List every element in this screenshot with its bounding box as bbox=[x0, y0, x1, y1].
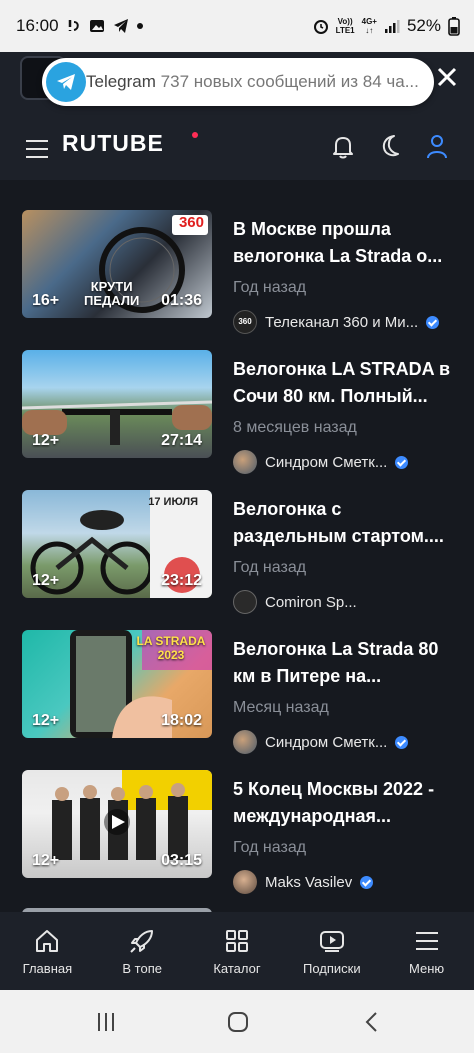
nav-subscriptions-label: Подписки bbox=[302, 960, 361, 976]
verified-icon bbox=[395, 455, 409, 469]
channel-info[interactable]: Синдром Сметк... bbox=[233, 730, 448, 754]
volte-indicator: Vo)) LTE1 bbox=[335, 17, 355, 35]
status-time: 16:00 bbox=[16, 16, 59, 35]
video-duration: 01:36 bbox=[161, 292, 202, 309]
video-date: Год назад bbox=[233, 559, 307, 576]
battery-icon bbox=[448, 17, 460, 36]
channel-info[interactable]: Синдром Сметк... bbox=[233, 450, 448, 474]
video-title[interactable]: 5 Колец Москвы 2022 - международная... bbox=[233, 776, 457, 830]
corner-logo: 360 bbox=[178, 214, 204, 231]
channel-name: Comiron Sp... bbox=[265, 593, 357, 611]
nav-menu-label: Меню bbox=[409, 960, 445, 976]
channel-info[interactable]: Comiron Sp... bbox=[233, 590, 448, 614]
nav-home-label: Главная bbox=[22, 960, 73, 976]
subscriptions-icon bbox=[319, 930, 344, 952]
video-date: Месяц назад bbox=[233, 699, 329, 716]
network-indicator: 4G+ ↓↑ bbox=[361, 17, 377, 35]
system-navigation-bar bbox=[0, 990, 474, 1053]
video-title[interactable]: Велогонка с раздельным стартом.... bbox=[233, 496, 457, 550]
channel-name: Телеканал 360 и Ми... bbox=[265, 313, 419, 331]
channel-info[interactable]: 360 Телеканал 360 и Ми... bbox=[233, 310, 448, 334]
video-thumbnail[interactable]: 12+ 03:15 bbox=[22, 770, 212, 878]
video-card[interactable]: LA STRADA 2023 12+ 18:02 Велогонка La St… bbox=[0, 630, 474, 754]
video-thumbnail[interactable]: LA STRADA 2023 12+ 18:02 bbox=[22, 630, 212, 738]
video-duration: 23:12 bbox=[161, 572, 202, 589]
age-rating: 12+ bbox=[32, 852, 60, 869]
age-rating: 12+ bbox=[32, 572, 60, 589]
channel-name: Синдром Сметк... bbox=[265, 453, 388, 471]
thumbnail-caption: 17 ИЮЛЯ bbox=[148, 496, 198, 508]
nav-home[interactable]: Главная bbox=[0, 912, 95, 990]
menu-icon bbox=[415, 931, 438, 950]
verified-icon bbox=[426, 315, 440, 329]
video-card[interactable]: 12+ 03:15 5 Колец Москвы 2022 - междунар… bbox=[0, 770, 474, 894]
missed-call-icon bbox=[68, 20, 79, 31]
video-duration: 03:15 bbox=[161, 852, 202, 869]
gallery-icon bbox=[89, 20, 104, 32]
video-thumbnail[interactable]: 360 КРУТИ ПЕДАЛИ 16+ 01:36 bbox=[22, 210, 212, 318]
nav-catalog[interactable]: Каталог bbox=[190, 912, 285, 990]
age-rating: 12+ bbox=[32, 712, 60, 729]
video-thumbnail[interactable]: 17 ИЮЛЯ 12+ 23:12 bbox=[22, 490, 212, 598]
alarm-icon bbox=[313, 20, 328, 34]
grid-icon bbox=[225, 929, 248, 952]
video-thumbnail[interactable]: 12+ 27:14 bbox=[22, 350, 212, 458]
channel-avatar bbox=[233, 590, 257, 614]
home-button-icon[interactable] bbox=[226, 1010, 250, 1034]
rocket-icon bbox=[130, 929, 154, 953]
back-icon[interactable] bbox=[360, 1010, 384, 1034]
nav-catalog-label: Каталог bbox=[213, 960, 261, 976]
telegram-notification[interactable]: Telegram 737 новых сообщений из 84 ча... bbox=[42, 58, 434, 106]
video-date: Год назад bbox=[233, 279, 307, 296]
hamburger-menu-icon[interactable] bbox=[26, 140, 48, 158]
channel-avatar bbox=[233, 730, 257, 754]
more-notifications-dot bbox=[136, 23, 143, 29]
video-title[interactable]: Велогонка La Strada 80 км в Питере на... bbox=[233, 636, 457, 690]
verified-icon bbox=[395, 735, 409, 749]
age-rating: 16+ bbox=[32, 292, 60, 309]
channel-name: Maks Vasilev bbox=[265, 873, 353, 891]
nav-subscriptions[interactable]: Подписки bbox=[284, 912, 379, 990]
video-title[interactable]: В Москве прошла велогонка La Strada о... bbox=[233, 216, 457, 270]
channel-avatar: 360 bbox=[233, 310, 257, 334]
thumbnail-caption: LA STRADA 2023 bbox=[136, 634, 206, 662]
telegram-icon bbox=[46, 62, 86, 102]
notification-text: Telegram 737 новых сообщений из 84 ча... bbox=[86, 72, 426, 92]
video-card[interactable]: 12+ 27:14 Велогонка LA STRADA в Сочи 80 … bbox=[0, 350, 474, 474]
video-duration: 27:14 bbox=[161, 432, 202, 449]
signal-icon bbox=[384, 20, 400, 33]
channel-avatar bbox=[233, 870, 257, 894]
battery-percent: 52% bbox=[406, 16, 441, 35]
telegram-status-icon bbox=[113, 19, 128, 33]
notification-app: Telegram bbox=[86, 72, 156, 91]
nav-menu[interactable]: Меню bbox=[379, 912, 474, 990]
video-duration: 18:02 bbox=[161, 712, 202, 729]
channel-info[interactable]: Maks Vasilev bbox=[233, 870, 448, 894]
brand-logo[interactable]: RUTUBE bbox=[62, 130, 164, 157]
close-notification-icon[interactable] bbox=[434, 64, 460, 90]
video-card[interactable]: 17 ИЮЛЯ 12+ 23:12 Велогонка с раздельным… bbox=[0, 490, 474, 614]
nav-trending-label: В топе bbox=[122, 960, 162, 976]
recent-apps-icon[interactable] bbox=[94, 1010, 118, 1034]
channel-avatar bbox=[233, 450, 257, 474]
bell-icon[interactable] bbox=[329, 132, 357, 160]
video-card[interactable]: 360 КРУТИ ПЕДАЛИ 16+ 01:36 В Москве прош… bbox=[0, 210, 474, 334]
brand-logo-dot bbox=[192, 132, 198, 138]
video-date: 8 месяцев назад bbox=[233, 419, 357, 436]
nav-trending[interactable]: В топе bbox=[95, 912, 190, 990]
home-icon bbox=[36, 929, 59, 952]
bottom-navigation: Главная В топе Каталог Подписки Меню bbox=[0, 912, 474, 990]
status-bar: 16:00 Vo)) LTE1 4G+ ↓↑ 52% bbox=[0, 0, 474, 52]
notification-message: 737 новых сообщений из 84 ча... bbox=[160, 72, 419, 91]
profile-icon[interactable] bbox=[423, 132, 451, 160]
theme-moon-icon[interactable] bbox=[376, 132, 404, 160]
verified-icon bbox=[360, 875, 374, 889]
video-date: Год назад bbox=[233, 839, 307, 856]
channel-name: Синдром Сметк... bbox=[265, 733, 388, 751]
age-rating: 12+ bbox=[32, 432, 60, 449]
thumbnail-caption: КРУТИ ПЕДАЛИ bbox=[84, 279, 140, 308]
video-title[interactable]: Велогонка LA STRADA в Сочи 80 км. Полный… bbox=[233, 356, 457, 410]
